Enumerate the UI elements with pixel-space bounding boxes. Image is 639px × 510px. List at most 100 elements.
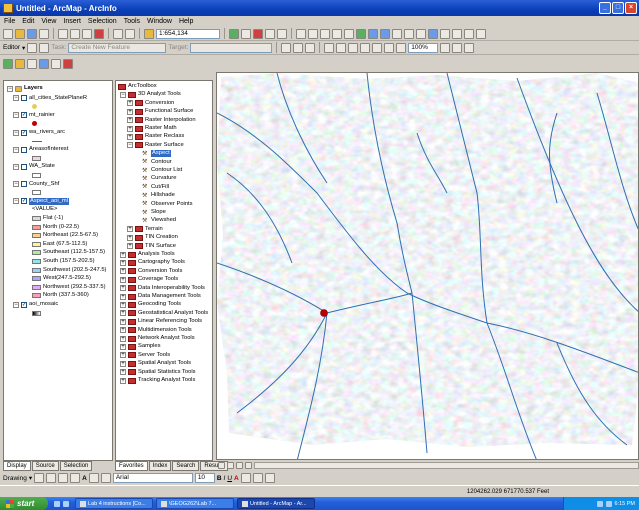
layout-pan-icon[interactable] bbox=[348, 42, 359, 53]
catalog-icon[interactable] bbox=[27, 59, 37, 69]
tab-search[interactable]: Search bbox=[172, 461, 200, 471]
layer-checkbox[interactable]: ✓ bbox=[21, 129, 27, 136]
open-icon[interactable] bbox=[15, 28, 25, 39]
collapse-icon[interactable]: − bbox=[7, 85, 13, 92]
expand-icon[interactable]: + bbox=[127, 226, 133, 233]
toolbox-item[interactable]: + Network Analyst Tools bbox=[120, 335, 195, 342]
full-extent-icon[interactable] bbox=[356, 28, 366, 39]
command-line-icon[interactable] bbox=[265, 28, 275, 39]
toolbox-item[interactable]: + Data Management Tools bbox=[120, 293, 201, 300]
minimize-button[interactable]: _ bbox=[599, 2, 611, 14]
expand-icon[interactable]: − bbox=[13, 301, 19, 308]
edit-vertices-icon[interactable] bbox=[88, 473, 99, 483]
font-dropdown[interactable]: Arial bbox=[112, 473, 193, 483]
italic-button[interactable]: I bbox=[224, 475, 226, 482]
cut-icon[interactable] bbox=[58, 28, 68, 39]
task-dropdown[interactable]: Create New Feature bbox=[68, 42, 167, 53]
expand-icon[interactable]: + bbox=[127, 125, 133, 132]
expand-icon[interactable]: + bbox=[120, 343, 126, 350]
zoom-in-icon[interactable] bbox=[296, 28, 306, 39]
editor-dropdown-icon[interactable]: ▾ bbox=[22, 44, 25, 52]
taskbar-item-lab4[interactable]: Lab 4 instructions [Co... bbox=[75, 498, 153, 509]
maximize-button[interactable]: □ bbox=[612, 2, 624, 14]
hyperlink-icon[interactable] bbox=[464, 28, 474, 39]
toolbox-tool[interactable]: ⚒ Aspect bbox=[134, 150, 171, 158]
toc-layer[interactable]: − County_Shf bbox=[13, 181, 59, 188]
georef-icon[interactable] bbox=[3, 59, 13, 69]
layer-icon[interactable] bbox=[15, 59, 25, 69]
font-size-dropdown[interactable]: 10 bbox=[194, 473, 215, 483]
toolbox-item[interactable]: + TIN Surface bbox=[127, 243, 176, 250]
toolbox-item[interactable]: + Multidimension Tools bbox=[120, 327, 192, 334]
collapse-icon[interactable]: − bbox=[120, 91, 126, 98]
toolbox-item[interactable]: + Analysis Tools bbox=[120, 251, 175, 258]
layout-zoom-out-icon[interactable] bbox=[336, 42, 347, 53]
toolbox-item[interactable]: + Linear Referencing Tools bbox=[120, 318, 202, 325]
network-icon[interactable] bbox=[596, 500, 603, 507]
refresh-icon[interactable] bbox=[236, 461, 243, 469]
toolbox-item[interactable]: + Geostatistical Analyst Tools bbox=[120, 310, 208, 317]
undo-icon[interactable] bbox=[113, 28, 123, 39]
font-color-icon[interactable]: A bbox=[234, 475, 239, 482]
toc-layer[interactable]: − ✓ wa_rivers_arc bbox=[13, 129, 65, 136]
expand-icon[interactable]: + bbox=[120, 293, 126, 300]
table-icon[interactable] bbox=[241, 28, 251, 39]
tab-index[interactable]: Index bbox=[148, 461, 172, 471]
new-icon[interactable] bbox=[3, 28, 13, 39]
expand-icon[interactable]: + bbox=[127, 117, 133, 124]
toolbox-item[interactable]: − 3D Analyst Tools bbox=[120, 91, 181, 98]
expand-icon[interactable]: + bbox=[127, 234, 133, 241]
split-icon[interactable] bbox=[281, 42, 292, 53]
menu-file[interactable]: File bbox=[4, 18, 15, 25]
arrow-icon[interactable] bbox=[416, 28, 426, 39]
expand-icon[interactable]: + bbox=[120, 310, 126, 317]
toolbox-tool[interactable]: ⚒ Slope bbox=[134, 209, 166, 216]
cancel-tool-icon[interactable] bbox=[63, 59, 73, 69]
marker-color-icon[interactable] bbox=[264, 473, 275, 483]
toolbox-item[interactable]: + Data Interoperability Tools bbox=[120, 285, 205, 292]
toolbox-item[interactable]: + Conversion Tools bbox=[120, 268, 182, 275]
expand-icon[interactable]: + bbox=[120, 369, 126, 376]
editor-toolbar-icon[interactable] bbox=[229, 28, 239, 39]
toolbox-tool[interactable]: ⚒ Curvature bbox=[134, 175, 176, 182]
expand-icon[interactable]: − bbox=[13, 146, 19, 153]
copy-icon[interactable] bbox=[70, 28, 80, 39]
rotate-draw-icon[interactable] bbox=[46, 473, 57, 483]
taskbar-item-arcmap[interactable]: Untitled - ArcMap - Ar... bbox=[237, 498, 315, 509]
toolbox-item[interactable]: + Cartography Tools bbox=[120, 259, 185, 266]
expand-icon[interactable]: − bbox=[13, 112, 19, 119]
expand-icon[interactable]: + bbox=[120, 259, 126, 266]
expand-icon[interactable]: − bbox=[13, 198, 19, 205]
fill-color-icon[interactable] bbox=[240, 473, 251, 483]
zoom-percent-field[interactable]: 100% bbox=[408, 42, 439, 53]
bold-button[interactable]: B bbox=[217, 475, 222, 482]
map-tips-icon[interactable] bbox=[476, 28, 486, 39]
drawing-menu[interactable]: Drawing bbox=[3, 475, 27, 482]
find-icon[interactable] bbox=[440, 28, 450, 39]
toolbox-item[interactable]: + Raster Interpolation bbox=[127, 117, 196, 124]
expand-icon[interactable]: + bbox=[120, 251, 126, 258]
print-icon[interactable] bbox=[39, 28, 49, 39]
toolbox-item[interactable]: + Terrain bbox=[127, 226, 163, 233]
map-view[interactable] bbox=[216, 72, 639, 460]
toolbox-item[interactable]: + Tracking Analyst Tools bbox=[120, 377, 195, 384]
menu-help[interactable]: Help bbox=[179, 18, 193, 25]
toggle-draft-icon[interactable] bbox=[440, 42, 451, 53]
menu-insert[interactable]: Insert bbox=[63, 18, 81, 25]
save-icon[interactable] bbox=[27, 28, 37, 39]
add-data-icon[interactable] bbox=[144, 28, 154, 39]
toolbox-tool[interactable]: ⚒ Observer Points bbox=[134, 201, 193, 208]
rectangle-icon[interactable] bbox=[70, 473, 81, 483]
layout-forward-icon[interactable] bbox=[396, 42, 407, 53]
expand-icon[interactable]: + bbox=[120, 268, 126, 275]
callout-icon[interactable] bbox=[100, 473, 111, 483]
expand-icon[interactable]: − bbox=[13, 163, 19, 170]
line-color-icon[interactable] bbox=[252, 473, 263, 483]
toc-layer[interactable]: − ✓ mt_rainier bbox=[13, 112, 55, 119]
paste-icon[interactable] bbox=[82, 28, 92, 39]
pause-draw-icon[interactable] bbox=[245, 461, 252, 469]
expand-icon[interactable]: + bbox=[120, 360, 126, 367]
tab-selection[interactable]: Selection bbox=[59, 461, 93, 471]
quick-launch-desktop-icon[interactable] bbox=[63, 500, 69, 507]
toc-layer[interactable]: − AreasofInterest bbox=[13, 146, 68, 153]
